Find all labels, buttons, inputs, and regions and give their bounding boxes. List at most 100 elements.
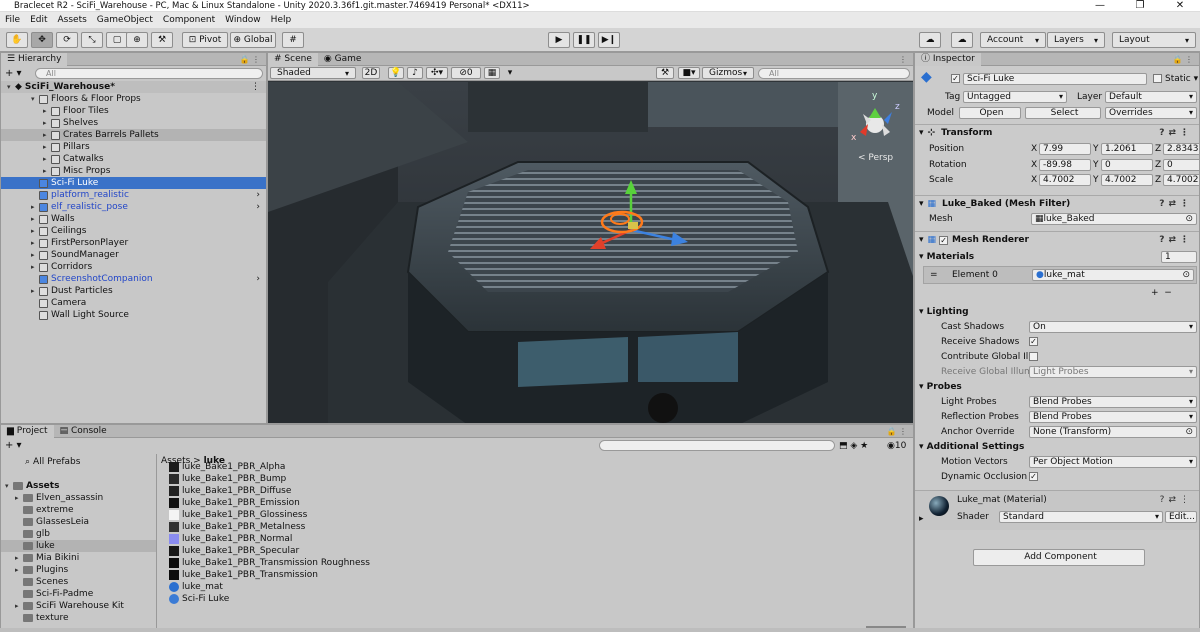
x-axis-label[interactable]: X [1031, 160, 1037, 170]
expand-arrow-icon[interactable]: ▸ [31, 203, 39, 211]
lighting-foldout[interactable]: ▾ Lighting [919, 307, 969, 317]
gizmo-plane-handle[interactable] [628, 222, 638, 229]
object-picker-icon[interactable]: ⊙ [1185, 427, 1193, 437]
custom-tool-icon[interactable]: ⚒ [151, 32, 173, 48]
rotate-tool-icon[interactable]: ⟳ [56, 32, 78, 48]
scale-tool-icon[interactable]: ⤡ [81, 32, 103, 48]
hidden-objects-toggle[interactable]: ⊘ 0 [451, 67, 481, 79]
lighting-icon[interactable]: 💡 [388, 67, 404, 79]
position-y-field[interactable]: 1.2061 [1101, 143, 1153, 155]
scale-y-field[interactable]: 4.7002 [1101, 174, 1153, 186]
hierarchy-item[interactable]: ▸ Corridors [1, 261, 266, 273]
hierarchy-item[interactable]: ▸ Walls [1, 213, 266, 225]
folder-item[interactable]: glb [1, 528, 156, 540]
light-probes-dropdown[interactable]: Blend Probes [1029, 396, 1197, 408]
menu-gameobject[interactable]: GameObject [92, 15, 158, 25]
file-item[interactable]: luke_Bake1_PBR_Specular [169, 545, 299, 557]
file-item[interactable]: luke_Bake1_PBR_Glossiness [169, 509, 307, 521]
file-item[interactable]: luke_Bake1_PBR_Normal [169, 533, 292, 545]
foldout-arrow-icon[interactable]: ▾ [915, 128, 924, 138]
scale-x-field[interactable]: 4.7002 [1039, 174, 1091, 186]
scene-menu-icon[interactable]: ⋮ [899, 53, 913, 65]
probes-foldout[interactable]: ▾ Probes [919, 382, 962, 392]
expand-arrow-icon[interactable]: ▸ [15, 494, 23, 502]
hierarchy-menu-icon[interactable]: 🔒 ⋮ [239, 53, 266, 65]
hierarchy-item[interactable]: ▸ SoundManager [1, 249, 266, 261]
project-create-icon[interactable]: + ▾ [1, 440, 22, 451]
hierarchy-item[interactable]: ▸ FirstPersonPlayer [1, 237, 266, 249]
y-axis-label[interactable]: Y [1093, 160, 1099, 170]
grid-icon[interactable]: ▦ [484, 67, 500, 79]
tab-game[interactable]: ◉ Game [318, 53, 368, 66]
expand-arrow-icon[interactable]: ▸ [15, 554, 23, 562]
select-button[interactable]: Select [1025, 107, 1101, 119]
camera-icon[interactable]: ■▾ [678, 67, 700, 79]
overrides-dropdown[interactable]: Overrides [1105, 107, 1197, 119]
dynamic-occlusion-checkbox[interactable]: ✓ [1029, 472, 1038, 481]
file-item[interactable]: luke_Bake1_PBR_Alpha [169, 461, 285, 473]
foldout-arrow-icon[interactable]: ▾ [915, 235, 924, 245]
collab-icon[interactable]: ☁ [919, 32, 941, 48]
menu-assets[interactable]: Assets [53, 15, 92, 25]
create-dropdown-icon[interactable]: + ▾ [1, 68, 22, 79]
tab-hierarchy[interactable]: ☰ Hierarchy [1, 53, 68, 66]
hierarchy-item[interactable]: ▾ Floors & Floor Props [1, 93, 266, 105]
hierarchy-search-input[interactable]: All [35, 68, 263, 79]
cloud-icon[interactable]: ☁ [951, 32, 973, 48]
tag-dropdown[interactable]: Untagged [963, 91, 1067, 103]
transform-header[interactable]: ▾ ⊹ Transform ?⇄⋮ [915, 124, 1199, 141]
all-prefabs-item[interactable]: ⌕ All Prefabs [25, 456, 80, 468]
x-axis-label[interactable]: X [1031, 175, 1037, 185]
element0-field[interactable]: ●luke_mat ⊙ [1032, 269, 1194, 281]
hierarchy-item[interactable]: Camera [1, 297, 266, 309]
menu-file[interactable]: File [0, 15, 25, 25]
expand-arrow-icon[interactable]: ▸ [43, 107, 51, 115]
tools-icon[interactable]: ⚒ [656, 67, 674, 79]
tab-project[interactable]: ▆ Project [1, 425, 54, 438]
hierarchy-item[interactable]: ▸ elf_realistic_pose › [1, 201, 266, 213]
assets-root[interactable]: ▾ Assets [5, 480, 59, 492]
expand-arrow-icon[interactable]: ▸ [31, 239, 39, 247]
hierarchy-item[interactable]: Sci-Fi Luke [1, 177, 266, 189]
z-axis-label[interactable]: Z [1155, 144, 1161, 154]
maximize-button[interactable]: ❐ [1120, 0, 1160, 11]
component-actions-icon[interactable]: ?⇄⋮ [1159, 128, 1193, 138]
hierarchy-item[interactable]: ▸ Dust Particles [1, 285, 266, 297]
prefab-open-chevron-icon[interactable]: › [256, 202, 266, 212]
folder-item[interactable]: ▸ SciFi Warehouse Kit [1, 600, 156, 612]
expand-arrow-icon[interactable]: ▸ [31, 263, 39, 271]
drag-handle-icon[interactable]: = [930, 270, 938, 280]
hierarchy-item[interactable]: ▸ Misc Props [1, 165, 266, 177]
folder-item[interactable]: extreme [1, 504, 156, 516]
prefab-open-chevron-icon[interactable]: › [256, 274, 266, 284]
contribute-gi-checkbox[interactable] [1029, 352, 1038, 361]
rotation-x-field[interactable]: -89.98 [1039, 158, 1091, 171]
hierarchy-item[interactable]: Wall Light Source [1, 309, 266, 321]
file-item[interactable]: luke_Bake1_PBR_Emission [169, 497, 300, 509]
pivot-toggle[interactable]: ⊡ Pivot [182, 32, 228, 48]
folder-item[interactable]: GlassesLeia [1, 516, 156, 528]
folder-item[interactable]: ▸ Mia Bikini [1, 552, 156, 564]
object-picker-icon[interactable]: ⊙ [1185, 214, 1193, 224]
step-button[interactable]: ▶❙ [598, 32, 620, 48]
z-axis-label[interactable]: Z [1155, 160, 1161, 170]
component-actions-icon[interactable]: ?⇄⋮ [1159, 235, 1193, 245]
scene-viewport[interactable]: y x z < Persp [268, 82, 914, 424]
grid-dropdown-icon[interactable]: ▾ [505, 67, 515, 79]
component-actions-icon[interactable]: ?⇄⋮ [1160, 495, 1193, 505]
expand-arrow-icon[interactable]: ▸ [43, 155, 51, 163]
rotation-z-field[interactable]: 0 [1163, 158, 1199, 171]
object-picker-icon[interactable]: ⊙ [1182, 270, 1190, 280]
rect-tool-icon[interactable]: ▢ [106, 32, 128, 48]
expand-arrow-icon[interactable]: ▸ [43, 131, 51, 139]
menu-component[interactable]: Component [158, 15, 220, 25]
close-button[interactable]: ✕ [1160, 0, 1200, 11]
tab-inspector[interactable]: ⓘ Inspector [915, 53, 981, 66]
shading-dropdown[interactable]: Shaded [270, 67, 356, 79]
filter-icons[interactable]: ⬒ ◈ ★ [839, 441, 868, 451]
y-axis-label[interactable]: Y [1093, 144, 1099, 154]
file-item[interactable]: luke_Bake1_PBR_Metalness [169, 521, 305, 533]
move-tool-icon[interactable]: ✥ [31, 32, 53, 48]
foldout-arrow-icon[interactable]: ▾ [915, 199, 924, 209]
active-checkbox[interactable]: ✓ [951, 74, 960, 83]
